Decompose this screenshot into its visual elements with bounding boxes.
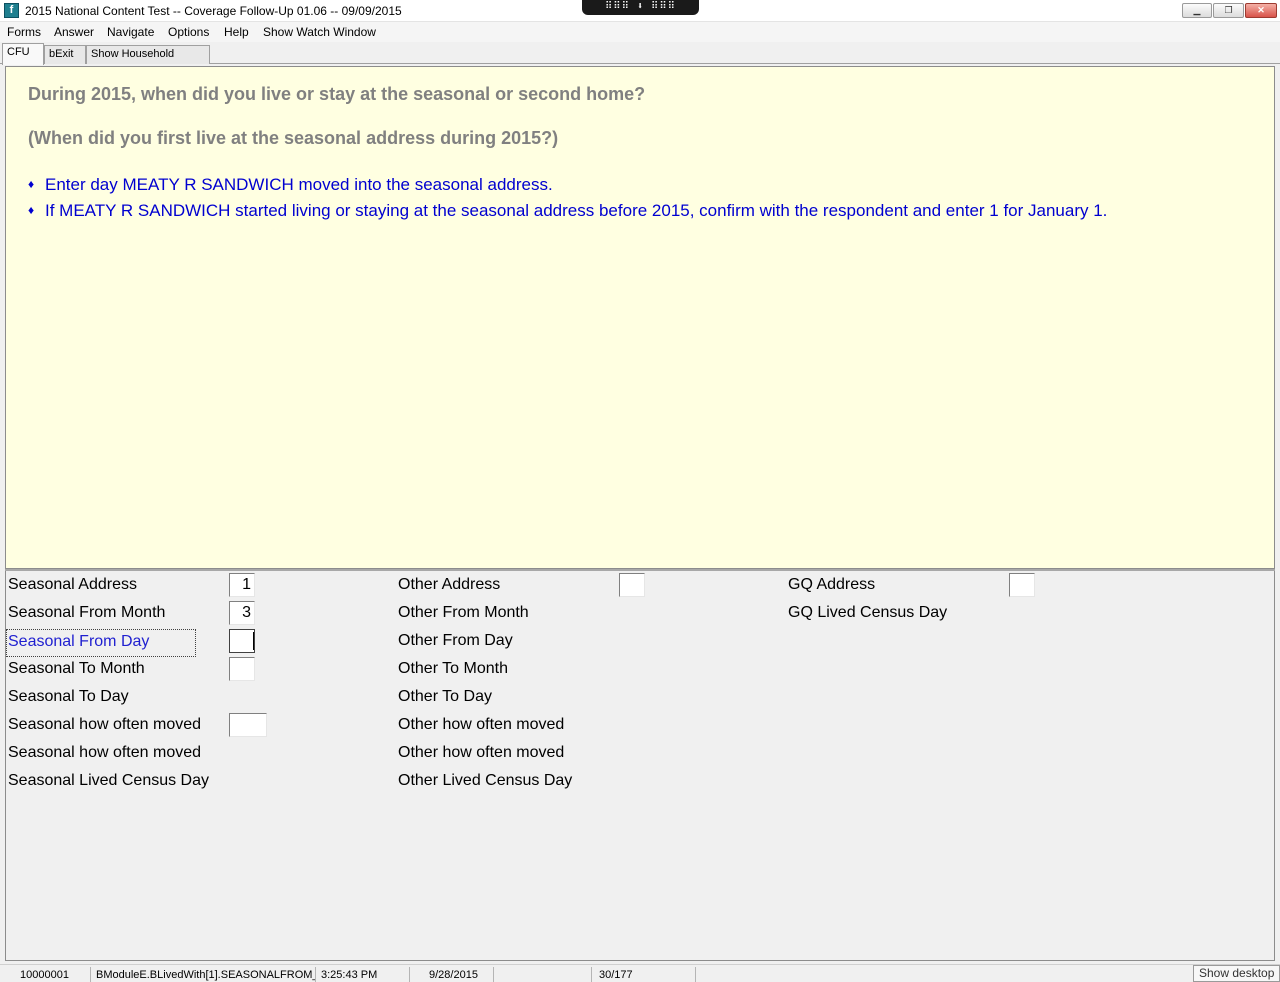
seasonal-address-field[interactable]: 1 <box>229 573 255 597</box>
other-address-field[interactable] <box>619 573 645 597</box>
field-panel: Seasonal Address 1 Seasonal From Month 3… <box>5 571 1275 961</box>
menu-forms[interactable]: Forms <box>7 25 41 39</box>
instruction-1-text: Enter day MEATY R SANDWICH moved into th… <box>45 175 553 194</box>
menu-options[interactable]: Options <box>168 25 209 39</box>
seasonal-lived-census-day-label: Seasonal Lived Census Day <box>8 772 210 789</box>
tab-cfu[interactable]: CFU <box>2 43 44 65</box>
tab-show-household-roster[interactable]: Show Household Roster <box>86 45 210 77</box>
gq-address-label: GQ Address <box>788 576 876 593</box>
other-how-often-moved-label: Other how often moved <box>398 716 565 733</box>
question-panel: During 2015, when did you live or stay a… <box>5 66 1275 569</box>
other-from-day-label: Other From Day <box>398 632 513 649</box>
seasonal-from-month-label: Seasonal From Month <box>8 604 166 621</box>
diamond-bullet-icon: ♦ <box>28 203 35 217</box>
title-bar: f 2015 National Content Test -- Coverage… <box>0 0 1280 22</box>
gq-address-field[interactable] <box>1009 573 1035 597</box>
question-subtext: (When did you first live at the seasonal… <box>28 128 559 148</box>
status-time: 3:25:43 PM <box>318 967 410 982</box>
diamond-bullet-icon: ♦ <box>28 177 35 191</box>
menu-navigate[interactable]: Navigate <box>107 25 154 39</box>
status-case-id: 10000001 <box>17 967 91 982</box>
restore-button[interactable]: ❐ <box>1213 3 1244 18</box>
status-page-count: 30/177 <box>596 967 696 982</box>
menu-help[interactable]: Help <box>224 25 249 39</box>
close-button[interactable]: ✕ <box>1245 3 1277 18</box>
app-icon[interactable]: f <box>4 3 19 18</box>
other-lived-census-day-label: Other Lived Census Day <box>398 772 573 789</box>
instruction-2-text: If MEATY R SANDWICH started living or st… <box>45 201 1108 220</box>
window-title: 2015 National Content Test -- Coverage F… <box>25 4 402 18</box>
show-desktop-button[interactable]: Show desktop <box>1193 965 1280 982</box>
menu-bar: Forms Answer Navigate Options Help Show … <box>0 22 1280 42</box>
seasonal-how-often-moved-label: Seasonal how often moved <box>8 716 202 733</box>
status-field-path: BModuleE.BLivedWith[1].SEASONALFROM_D <box>93 967 316 982</box>
seasonal-to-month-label: Seasonal To Month <box>8 660 145 677</box>
seasonal-to-day-label: Seasonal To Day <box>8 688 129 705</box>
seasonal-from-day-label: Seasonal From Day <box>5 629 197 657</box>
status-date: 9/28/2015 <box>426 967 494 982</box>
seasonal-from-day-field[interactable] <box>229 629 255 653</box>
other-to-month-label: Other To Month <box>398 660 508 677</box>
seasonal-from-month-field[interactable]: 3 <box>229 601 255 625</box>
gq-lived-census-day-label: GQ Lived Census Day <box>788 604 948 621</box>
seasonal-how-often-moved-field[interactable] <box>229 713 267 737</box>
seasonal-address-label: Seasonal Address <box>8 576 137 593</box>
instruction-1: ♦ Enter day MEATY R SANDWICH moved into t… <box>28 175 553 195</box>
other-from-month-label: Other From Month <box>398 604 529 621</box>
menu-answer[interactable]: Answer <box>54 25 94 39</box>
tab-bar: CFU bExit Show Household Roster <box>0 42 1280 77</box>
dock-handle-icon[interactable]: ⠿⠿⠿ ⬇ ⠿⠿⠿ <box>582 0 699 15</box>
tab-bexit[interactable]: bExit <box>44 45 86 64</box>
question-text: During 2015, when did you live or stay a… <box>28 84 646 104</box>
status-bar: 10000001 BModuleE.BLivedWith[1].SEASONAL… <box>0 964 1280 982</box>
instruction-2: ♦ If MEATY R SANDWICH started living or s… <box>28 201 1107 221</box>
other-to-day-label: Other To Day <box>398 688 492 705</box>
status-blank <box>496 967 592 982</box>
seasonal-to-month-field[interactable] <box>229 657 255 681</box>
minimize-button[interactable]: ▁ <box>1182 3 1212 18</box>
other-how-often-moved-label-2: Other how often moved <box>398 744 565 761</box>
other-address-label: Other Address <box>398 576 501 593</box>
menu-show-watch-window[interactable]: Show Watch Window <box>263 25 376 39</box>
seasonal-how-often-moved-label-2: Seasonal how often moved <box>8 744 202 761</box>
